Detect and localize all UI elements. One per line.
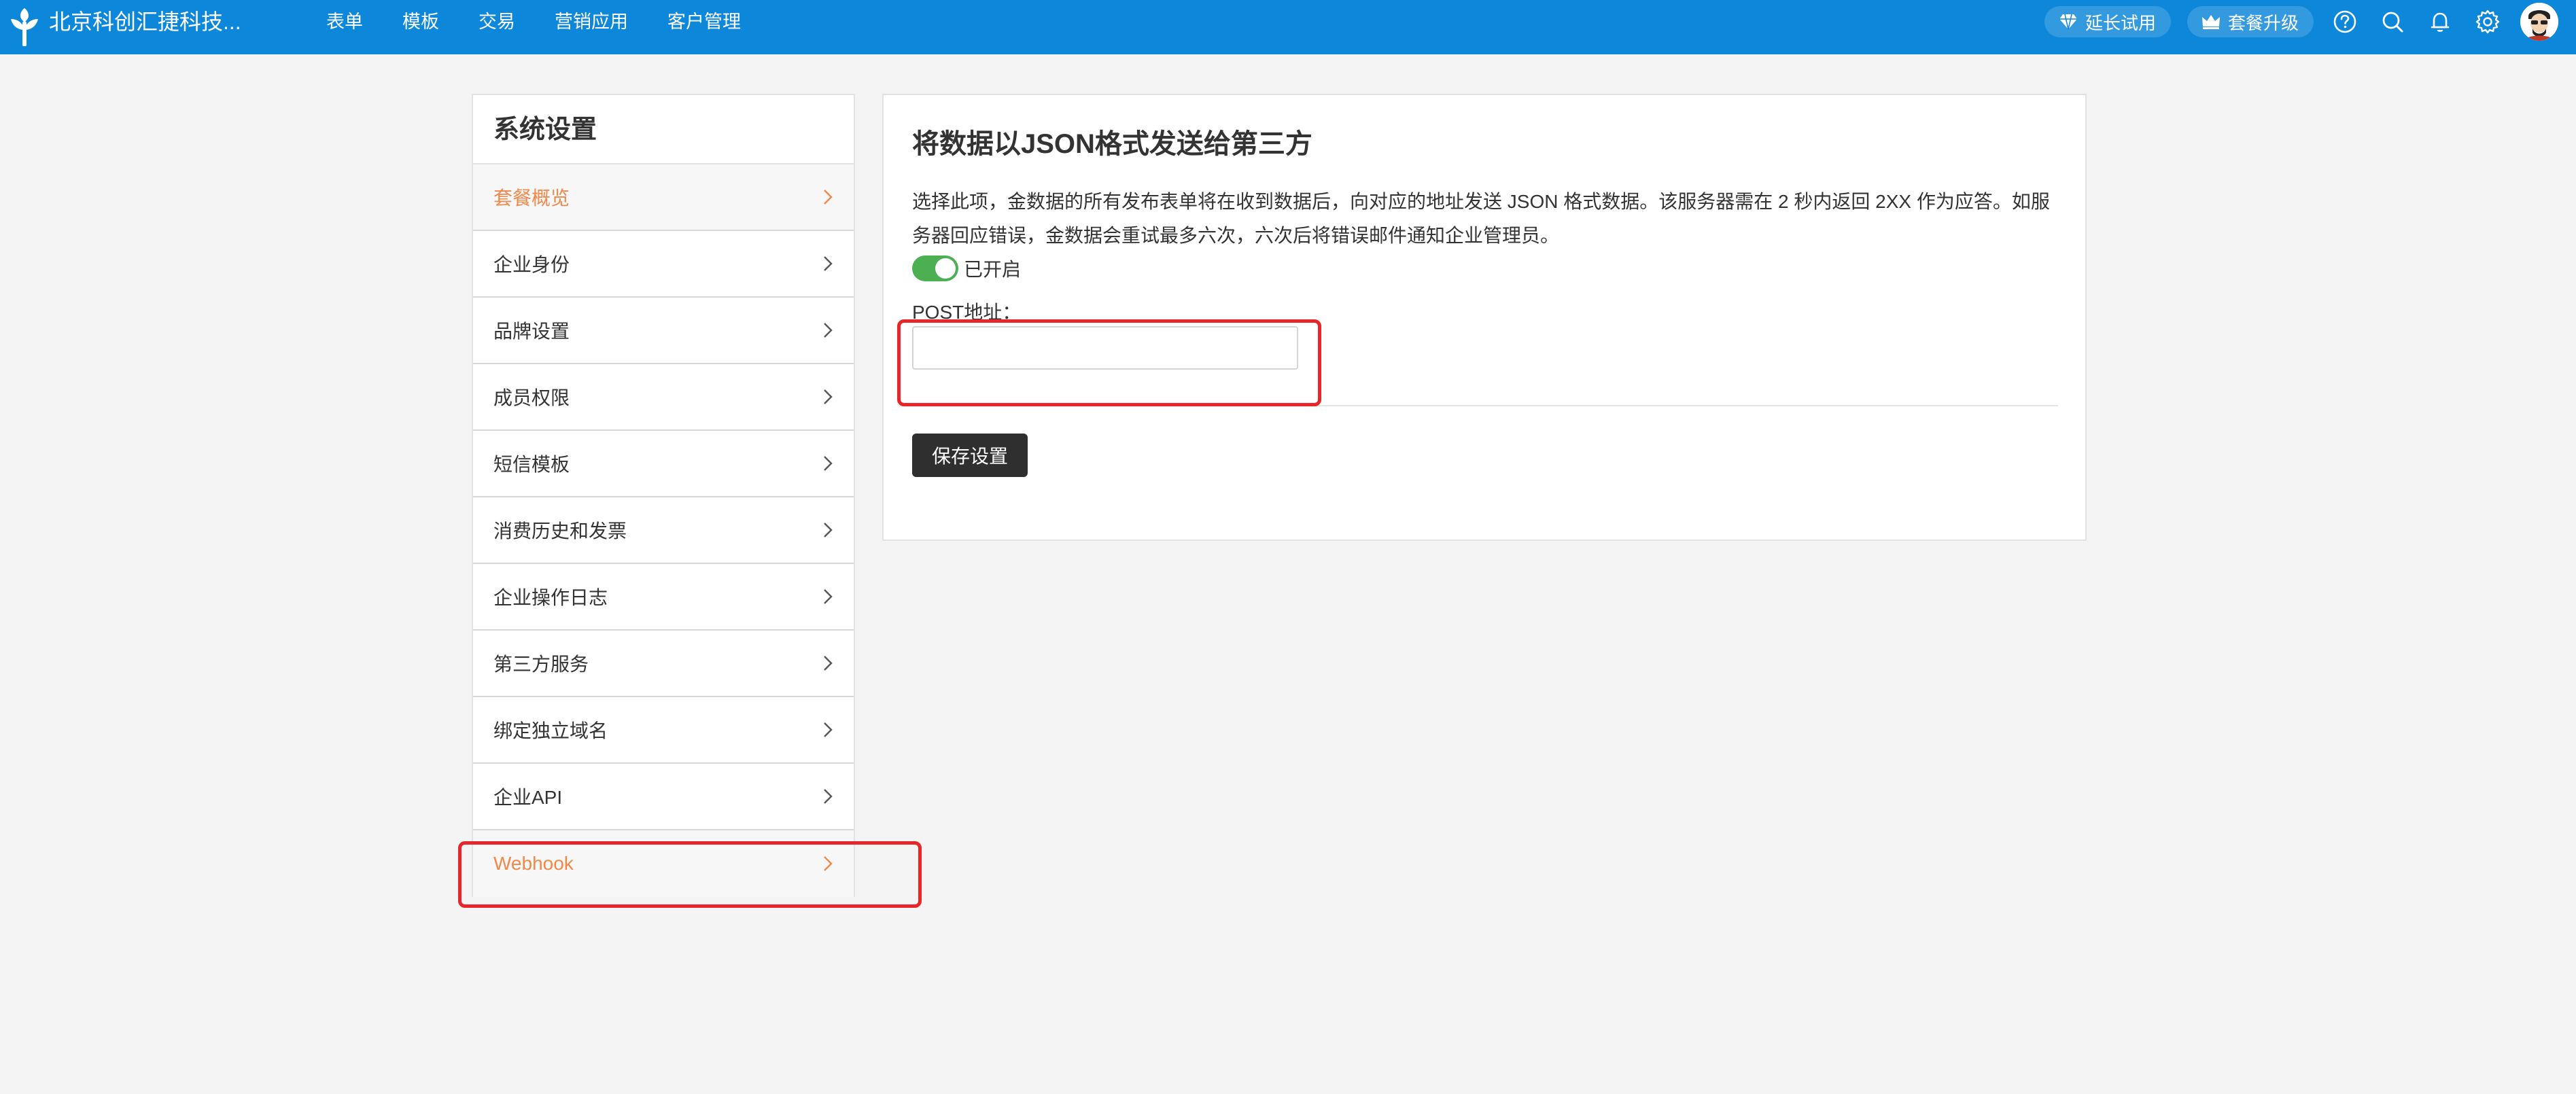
sidebar-item-label: 套餐概览 xyxy=(493,188,570,209)
nav-item-transactions[interactable]: 交易 xyxy=(478,0,515,43)
sidebar-item-brand-settings[interactable]: 品牌设置 xyxy=(473,298,854,364)
chevron-right-icon xyxy=(824,190,833,205)
sidebar-item-sms-templates[interactable]: 短信模板 xyxy=(473,431,854,497)
sidebar-item-third-party-services[interactable]: 第三方服务 xyxy=(473,631,854,697)
sidebar-item-label: 消费历史和发票 xyxy=(493,520,627,542)
logo-icon[interactable] xyxy=(8,7,41,46)
divider xyxy=(912,405,2058,406)
gear-icon xyxy=(2475,10,2500,34)
sidebar-item-label: 品牌设置 xyxy=(493,321,570,342)
search-icon xyxy=(2382,12,2403,33)
top-right-actions: 延长试用 套餐升级 xyxy=(2044,0,2576,43)
sidebar-item-label: 成员权限 xyxy=(493,387,570,408)
upgrade-plan-label: 套餐升级 xyxy=(2227,12,2299,33)
sidebar-title: 系统设置 xyxy=(473,95,854,164)
toggle-status-label: 已开启 xyxy=(964,259,1022,280)
chevron-right-icon xyxy=(824,589,833,604)
help-icon xyxy=(2333,10,2356,33)
settings-sidebar: 系统设置 套餐概览 企业身份 品牌设置 成员权限 短信模板 消费历史和发票 企业… xyxy=(472,94,855,897)
sidebar-item-plan-overview[interactable]: 套餐概览 xyxy=(473,164,854,231)
sidebar-item-label: 绑定独立域名 xyxy=(493,720,608,741)
crown-icon xyxy=(2201,15,2220,29)
sidebar-item-label: 企业API xyxy=(493,787,563,808)
nav-item-forms[interactable]: 表单 xyxy=(326,0,363,43)
upgrade-plan-button[interactable]: 套餐升级 xyxy=(2187,6,2314,37)
top-navigation-bar: 北京科创汇捷科技... 表单 模板 交易 营销应用 客户管理 延长试用 套餐升级 xyxy=(0,0,2576,54)
search-button[interactable] xyxy=(2378,7,2407,37)
sidebar-item-operation-log[interactable]: 企业操作日志 xyxy=(473,564,854,631)
chevron-right-icon xyxy=(824,856,833,871)
webhook-enabled-toggle[interactable] xyxy=(912,255,958,281)
avatar[interactable] xyxy=(2520,3,2558,41)
sidebar-item-enterprise-api[interactable]: 企业API xyxy=(473,764,854,830)
sidebar-item-label: Webhook xyxy=(493,853,574,874)
extend-trial-label: 延长试用 xyxy=(2085,12,2156,33)
post-address-input[interactable] xyxy=(912,326,1298,370)
save-settings-button[interactable]: 保存设置 xyxy=(912,434,1028,477)
page-title: 将数据以JSON格式发送给第三方 xyxy=(912,129,1312,159)
help-button[interactable] xyxy=(2330,7,2360,37)
chevron-right-icon xyxy=(824,323,833,338)
sidebar-item-member-permissions[interactable]: 成员权限 xyxy=(473,364,854,431)
bell-icon xyxy=(2431,12,2450,32)
user-avatar-icon xyxy=(2520,3,2558,41)
notifications-button[interactable] xyxy=(2425,7,2455,37)
webhook-settings-panel: 将数据以JSON格式发送给第三方 选择此项，金数据的所有发布表单将在收到数据后，… xyxy=(882,94,2087,541)
sidebar-item-label: 企业身份 xyxy=(493,254,570,275)
company-name[interactable]: 北京科创汇捷科技... xyxy=(49,0,241,43)
sidebar-item-label: 第三方服务 xyxy=(493,654,589,675)
chevron-right-icon xyxy=(824,256,833,271)
chevron-right-icon xyxy=(824,523,833,537)
nav-item-customer-management[interactable]: 客户管理 xyxy=(667,0,741,43)
sidebar-item-billing-history[interactable]: 消费历史和发票 xyxy=(473,497,854,564)
nav-item-templates[interactable]: 模板 xyxy=(402,0,439,43)
webhook-toggle-row: 已开启 xyxy=(912,253,2057,284)
sidebar-item-label: 短信模板 xyxy=(493,454,570,475)
sidebar-item-custom-domain[interactable]: 绑定独立域名 xyxy=(473,697,854,764)
diamond-icon xyxy=(2059,14,2077,30)
settings-button[interactable] xyxy=(2473,7,2503,37)
chevron-right-icon xyxy=(824,456,833,471)
chevron-right-icon xyxy=(824,389,833,404)
chevron-right-icon xyxy=(824,656,833,671)
post-address-label: POST地址： xyxy=(912,302,1022,323)
chevron-right-icon xyxy=(824,789,833,804)
sidebar-item-enterprise-identity[interactable]: 企业身份 xyxy=(473,231,854,298)
chevron-right-icon xyxy=(824,722,833,737)
main-nav: 表单 模板 交易 营销应用 客户管理 xyxy=(326,0,780,43)
nav-item-marketing-apps[interactable]: 营销应用 xyxy=(555,0,628,43)
extend-trial-button[interactable]: 延长试用 xyxy=(2044,6,2171,37)
webhook-description: 选择此项，金数据的所有发布表单将在收到数据后，向对应的地址发送 JSON 格式数… xyxy=(912,191,2050,246)
sidebar-item-label: 企业操作日志 xyxy=(493,587,608,608)
sidebar-item-webhook[interactable]: Webhook xyxy=(473,830,854,897)
